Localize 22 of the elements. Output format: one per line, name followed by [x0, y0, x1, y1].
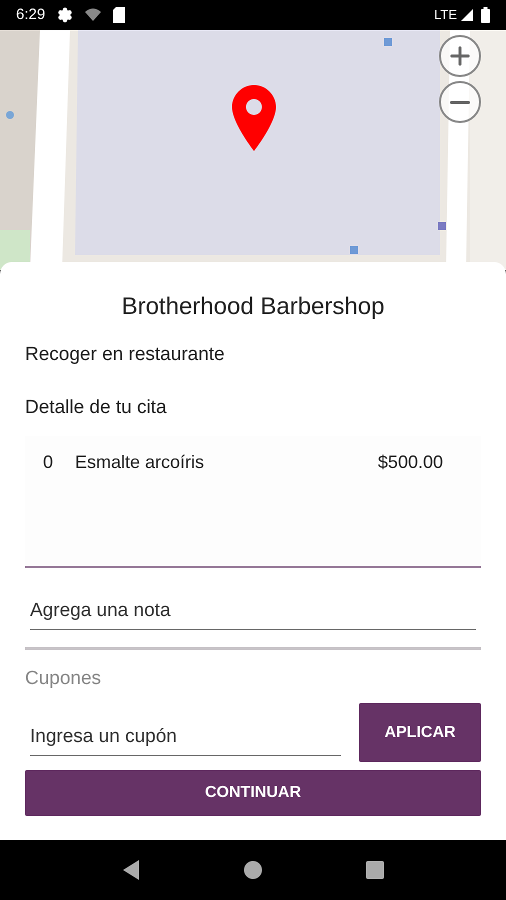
- detail-heading: Detalle de tu cita: [25, 396, 168, 420]
- item-price: $500.00: [378, 451, 444, 474]
- status-time: 6:29: [16, 4, 46, 25]
- map-pin-icon: [232, 85, 276, 151]
- signal-icon: [461, 9, 473, 21]
- sheet-title: Brotherhood Barbershop: [120, 292, 386, 322]
- item-name: Esmalte arcoíris: [75, 451, 206, 474]
- coupons-label: Cupones: [25, 667, 102, 691]
- back-icon[interactable]: [121, 860, 141, 880]
- item-quantity: 0: [42, 451, 54, 474]
- continue-button[interactable]: CONTINUAR: [25, 770, 481, 816]
- recents-icon[interactable]: [365, 860, 385, 880]
- battery-icon: [481, 7, 490, 23]
- wifi-icon: [85, 7, 102, 23]
- coupon-field[interactable]: Ingresa un cupón: [30, 718, 341, 756]
- minus-icon: [450, 100, 470, 104]
- home-icon[interactable]: [243, 860, 263, 880]
- note-field[interactable]: Agrega una nota: [30, 592, 476, 630]
- apply-button[interactable]: APLICAR: [359, 703, 481, 762]
- network-type: LTE: [434, 6, 457, 24]
- sd-card-icon: [113, 7, 126, 23]
- pickup-label: Recoger en restaurante: [25, 343, 226, 367]
